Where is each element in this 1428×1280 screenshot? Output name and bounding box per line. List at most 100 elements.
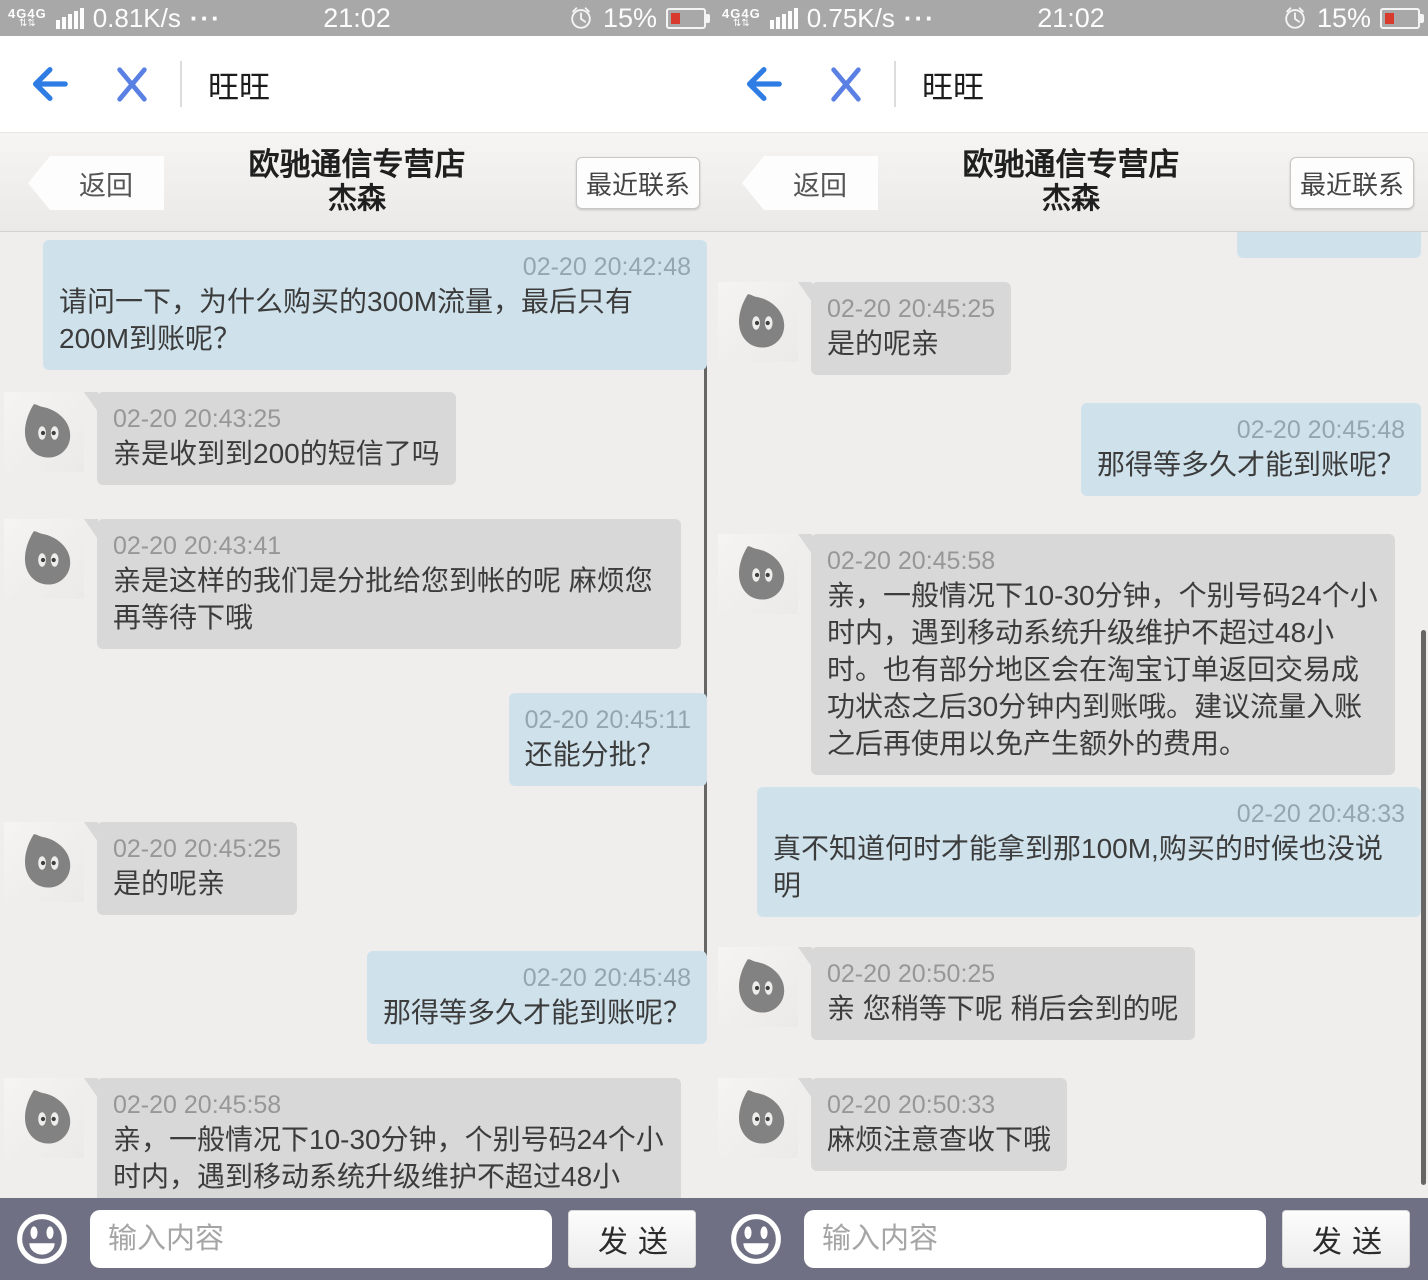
message-timestamp: 02-20 20:48:33: [773, 798, 1405, 830]
return-button[interactable]: 返回: [28, 156, 164, 210]
wangwang-mascot-icon: [13, 831, 75, 893]
avatar: [718, 282, 798, 362]
composer-bar: 发送: [0, 1198, 714, 1280]
message-row: 02-20 20:50:25亲 您稍等下呢 稍后会到的呢: [714, 947, 1195, 1040]
message-row: 02-20 20:43:41亲是这样的我们是分批给您到帐的呢 麻烦您再等待下哦: [0, 519, 681, 649]
close-x-icon: [827, 64, 865, 104]
chat-panel: 4G4G ⇅⇅ 0.75K/s ··· 21:02 15%: [714, 0, 1428, 1280]
message-list[interactable]: 02-20 20:45:25是的呢亲 02-20 20:45:48那得等多久才能到…: [714, 232, 1428, 1198]
incoming-message-bubble: 02-20 20:50:25亲 您稍等下呢 稍后会到的呢: [811, 947, 1195, 1040]
incoming-message-bubble: 02-20 20:45:25是的呢亲: [811, 282, 1011, 375]
battery-icon: [1380, 8, 1420, 29]
chat-header: 返回 欧驰通信专营店 杰森 最近联系: [714, 133, 1428, 232]
status-bar: 4G4G ⇅⇅ 0.75K/s ··· 21:02 15%: [714, 0, 1428, 36]
battery-icon: [666, 8, 706, 29]
message-row: 02-20 20:45:58亲，一般情况下10-30分钟，个别号码24个小时内，…: [0, 1078, 681, 1198]
message-timestamp: 02-20 20:43:41: [113, 530, 665, 562]
battery-percent: 15%: [603, 3, 657, 34]
message-text: 是的呢亲: [113, 865, 281, 902]
message-timestamp: 02-20 20:45:58: [827, 545, 1379, 577]
message-row: 02-20 20:45:58亲，一般情况下10-30分钟，个别号码24个小时内，…: [714, 534, 1395, 775]
scrollbar[interactable]: [704, 318, 707, 965]
composer-bar: 发送: [714, 1198, 1428, 1280]
status-right-group: 15%: [568, 0, 706, 36]
status-right-group: 15%: [1282, 0, 1420, 36]
avatar: [718, 947, 798, 1027]
close-button[interactable]: [110, 54, 154, 114]
message-text: 请问一下，为什么购买的300M流量，最后只有200M到账呢？: [59, 283, 691, 357]
message-text: 亲，一般情况下10-30分钟，个别号码24个小时内，遇到移动系统升级维护不超过4…: [113, 1121, 665, 1198]
message-timestamp: 02-20 20:45:11: [525, 704, 691, 736]
back-arrow-icon: [741, 63, 783, 105]
smiley-icon: [729, 1212, 783, 1266]
battery-percent: 15%: [1317, 3, 1371, 34]
back-arrow-button[interactable]: [26, 54, 70, 114]
scrollbar[interactable]: [1421, 630, 1426, 1185]
wangwang-mascot-icon: [727, 291, 789, 353]
message-text: 还能分批？: [525, 736, 691, 773]
message-input[interactable]: [90, 1210, 552, 1268]
wangwang-mascot-icon: [13, 528, 75, 590]
wangwang-mascot-icon: [727, 956, 789, 1018]
app-nav-bar: 旺旺: [0, 36, 714, 133]
screen: 4G4G ⇅⇅ 0.81K/s ··· 21:02 15%: [0, 0, 1428, 1280]
page-title: 旺旺: [208, 62, 270, 107]
message-timestamp: 02-20 20:43:25: [113, 403, 440, 435]
message-text: 麻烦注意查收下哦: [827, 1121, 1051, 1158]
incoming-message-bubble: 02-20 20:43:41亲是这样的我们是分批给您到帐的呢 麻烦您再等待下哦: [97, 519, 681, 649]
incoming-message-bubble: 02-20 20:45:58亲，一般情况下10-30分钟，个别号码24个小时内，…: [97, 1078, 681, 1198]
message-timestamp: 02-20 20:45:48: [1097, 414, 1405, 446]
alarm-clock-icon: [568, 5, 594, 31]
smiley-icon: [15, 1212, 69, 1266]
close-x-icon: [113, 64, 151, 104]
chat-panel: 4G4G ⇅⇅ 0.81K/s ··· 21:02 15%: [0, 0, 714, 1280]
avatar: [718, 1078, 798, 1158]
avatar: [718, 534, 798, 614]
incoming-message-bubble: 02-20 20:50:33麻烦注意查收下哦: [811, 1078, 1067, 1171]
message-row: 02-20 20:45:25是的呢亲: [0, 822, 297, 915]
emoji-button[interactable]: [728, 1211, 784, 1267]
avatar: [4, 519, 84, 599]
message-timestamp: 02-20 20:42:48: [59, 251, 691, 283]
page-title: 旺旺: [922, 62, 984, 107]
message-input[interactable]: [804, 1210, 1266, 1268]
message-text: 那得等多久才能到账呢？: [383, 994, 691, 1031]
back-arrow-button[interactable]: [740, 54, 784, 114]
outgoing-message-bubble: 02-20 20:45:48那得等多久才能到账呢？: [1081, 403, 1421, 496]
outgoing-message-bubble: 02-20 20:45:11还能分批？: [509, 693, 707, 786]
outgoing-message-bubble: 02-20 20:42:48请问一下，为什么购买的300M流量，最后只有200M…: [43, 240, 707, 370]
message-row: 02-20 20:45:25是的呢亲: [714, 282, 1011, 375]
avatar: [4, 1078, 84, 1158]
wangwang-mascot-icon: [13, 1087, 75, 1149]
incoming-message-bubble: 02-20 20:45:58亲，一般情况下10-30分钟，个别号码24个小时内，…: [811, 534, 1395, 775]
emoji-button[interactable]: [14, 1211, 70, 1267]
wangwang-mascot-icon: [727, 1087, 789, 1149]
chat-header: 返回 欧驰通信专营店 杰森 最近联系: [0, 133, 714, 232]
send-button[interactable]: 发送: [1282, 1210, 1410, 1268]
message-timestamp: 02-20 20:50:25: [827, 958, 1179, 990]
message-text: 真不知道何时才能拿到那100M,购买的时候也没说明: [773, 830, 1405, 904]
message-list[interactable]: 02-20 20:42:48请问一下，为什么购买的300M流量，最后只有200M…: [0, 232, 714, 1198]
send-button[interactable]: 发送: [568, 1210, 696, 1268]
status-bar: 4G4G ⇅⇅ 0.81K/s ··· 21:02 15%: [0, 0, 714, 36]
return-button[interactable]: 返回: [742, 156, 878, 210]
recent-contacts-button[interactable]: 最近联系: [576, 157, 700, 209]
message-text: 亲，一般情况下10-30分钟，个别号码24个小时内，遇到移动系统升级维护不超过4…: [827, 577, 1379, 762]
nav-divider: [180, 61, 182, 107]
alarm-clock-icon: [1282, 5, 1308, 31]
avatar: [4, 392, 84, 472]
message-text: 亲 您稍等下呢 稍后会到的呢: [827, 990, 1179, 1027]
message-timestamp: 02-20 20:45:58: [113, 1089, 665, 1121]
outgoing-message-bubble-partial: [1237, 232, 1421, 258]
app-nav-bar: 旺旺: [714, 36, 1428, 133]
wangwang-mascot-icon: [13, 401, 75, 463]
message-text: 亲是这样的我们是分批给您到帐的呢 麻烦您再等待下哦: [113, 562, 665, 636]
incoming-message-bubble: 02-20 20:43:25亲是收到到200的短信了吗: [97, 392, 456, 485]
message-text: 亲是收到到200的短信了吗: [113, 435, 440, 472]
recent-contacts-button[interactable]: 最近联系: [1290, 157, 1414, 209]
close-button[interactable]: [824, 54, 868, 114]
message-text: 是的呢亲: [827, 325, 995, 362]
incoming-message-bubble: 02-20 20:45:25是的呢亲: [97, 822, 297, 915]
message-timestamp: 02-20 20:50:33: [827, 1089, 1051, 1121]
wangwang-mascot-icon: [727, 543, 789, 605]
